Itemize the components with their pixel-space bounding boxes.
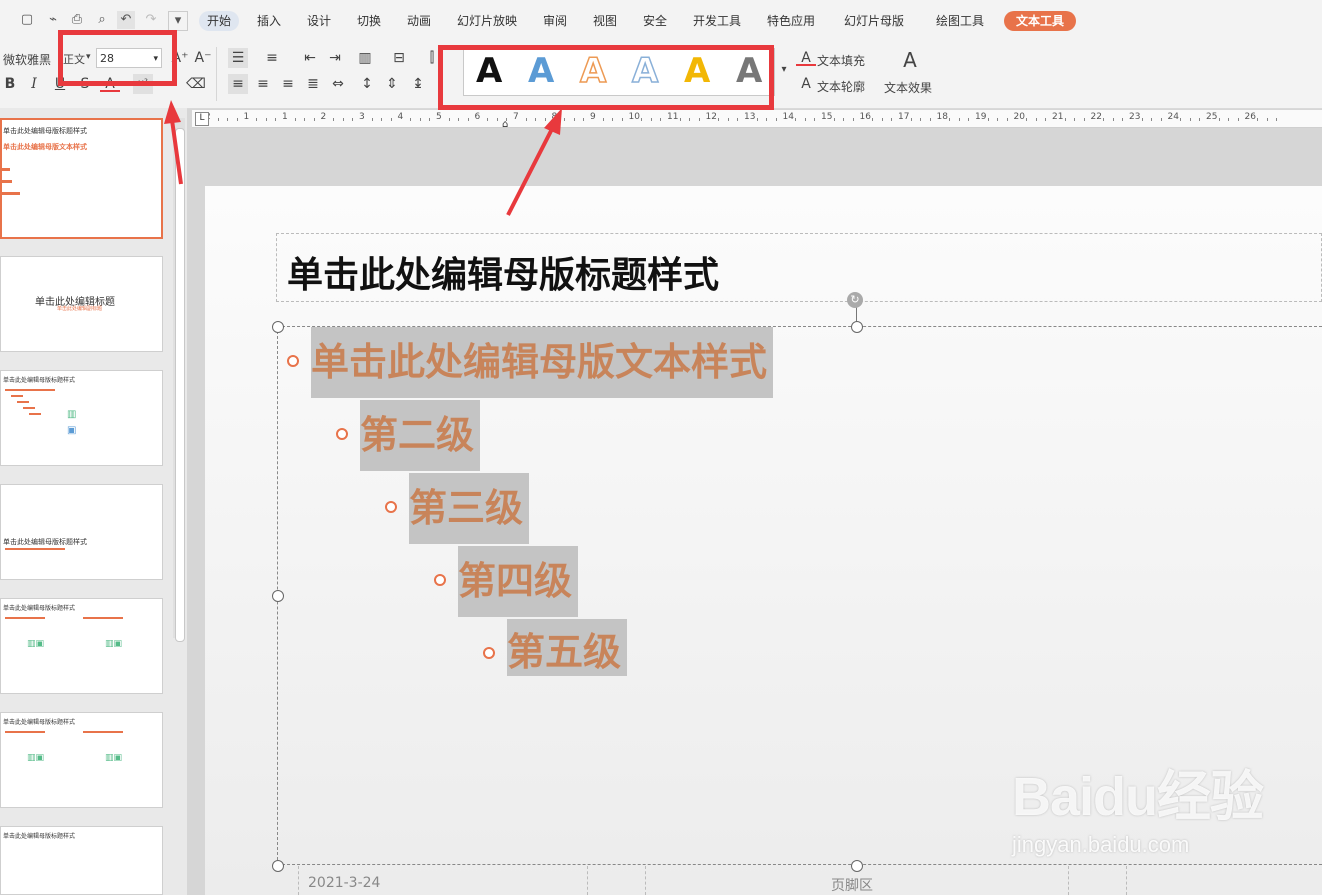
arrow-line [170,119,183,185]
arrow-line [506,126,555,216]
arrow-head [544,108,562,135]
arrow-head [164,100,181,124]
annotation-arrows [164,100,562,216]
